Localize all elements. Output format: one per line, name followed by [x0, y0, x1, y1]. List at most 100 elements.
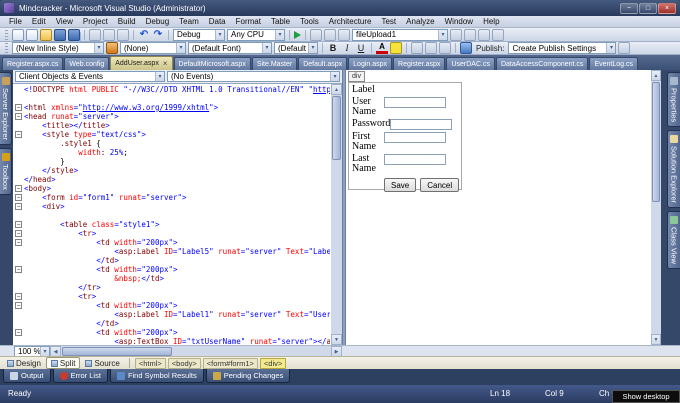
step-over-icon[interactable] — [338, 29, 350, 41]
menu-item-table[interactable]: Table — [266, 16, 295, 28]
menu-item-debug[interactable]: Debug — [141, 16, 175, 28]
dropdown-arrow-icon[interactable]: ▾ — [40, 347, 49, 356]
code-line[interactable]: − <form id="form1" runat="server"> — [13, 193, 330, 202]
code-line[interactable]: −<body> — [13, 184, 330, 193]
code-line[interactable]: <!DOCTYPE html PUBLIC "-//W3C//DTD XHTML… — [13, 85, 330, 94]
scrollbar-thumb[interactable] — [62, 347, 172, 356]
maximize-icon[interactable]: □ — [639, 3, 657, 14]
collapse-icon[interactable]: − — [15, 329, 22, 336]
css-properties-icon[interactable] — [411, 42, 423, 54]
field-textbox-password[interactable] — [390, 119, 452, 130]
scroll-up-icon[interactable]: ▲ — [651, 70, 661, 81]
collapse-icon[interactable]: − — [15, 104, 22, 111]
code-line[interactable]: −<html xmlns="http://www.w3.org/1999/xht… — [13, 103, 330, 112]
cut-icon[interactable] — [89, 29, 101, 41]
design-vertical-scrollbar[interactable]: ▲ ▼ — [651, 70, 661, 345]
doc-tab-register-aspx-cs[interactable]: Register.aspx.cs — [2, 57, 63, 70]
dropdown-arrow-icon[interactable]: ▾ — [438, 30, 447, 40]
italic-icon[interactable]: I — [341, 42, 353, 54]
font-size-combo[interactable]: (Default▾ — [274, 42, 318, 54]
breadcrumb-tag-form-form1[interactable]: <form#form1> — [203, 358, 258, 369]
doc-tab-adduser-aspx[interactable]: AddUser.aspx× — [110, 56, 172, 70]
navigate-forward-icon[interactable] — [492, 29, 504, 41]
tool-tab-properties[interactable]: Properties — [667, 72, 680, 127]
menu-item-analyze[interactable]: Analyze — [401, 16, 439, 28]
field-textbox-last-name[interactable] — [384, 154, 446, 165]
collapse-icon[interactable]: − — [15, 266, 22, 273]
collapse-icon[interactable]: − — [15, 113, 22, 120]
selected-tag-chip[interactable]: div — [348, 71, 365, 82]
breadcrumb-tag-html[interactable]: <html> — [135, 358, 166, 369]
code-line[interactable]: −<head runat="server"> — [13, 112, 330, 121]
redo-icon[interactable]: ↷ — [152, 29, 164, 41]
tool-tab-toolbox[interactable]: Toolbox — [0, 148, 12, 195]
scrollbar-track[interactable] — [331, 95, 342, 334]
code-line[interactable]: − <td width="200px"> — [13, 265, 330, 274]
scroll-up-icon[interactable]: ▲ — [331, 84, 342, 95]
collapse-icon[interactable]: − — [15, 302, 22, 309]
find-in-files-icon[interactable] — [464, 29, 476, 41]
code-line[interactable]: − <tr> — [13, 229, 330, 238]
open-file-icon[interactable] — [40, 29, 52, 41]
solution-configuration-combo[interactable]: Debug▾ — [173, 29, 225, 41]
code-line[interactable]: − <td width="200px"> — [13, 328, 330, 337]
menu-item-project[interactable]: Project — [78, 16, 113, 28]
tool-tab-class-view[interactable]: Class View — [667, 211, 680, 269]
style-application-combo[interactable]: (New Inline Style)▾ — [12, 42, 104, 54]
panel-tab-output[interactable]: Output — [3, 369, 51, 383]
format-list-icon[interactable] — [439, 42, 451, 54]
scroll-down-icon[interactable]: ▼ — [331, 334, 342, 345]
undo-icon[interactable]: ↶ — [138, 29, 150, 41]
code-line[interactable]: </td> — [13, 256, 330, 265]
collapse-icon[interactable]: − — [15, 230, 22, 237]
menu-item-view[interactable]: View — [51, 16, 78, 28]
doc-tab-web-config[interactable]: Web.config — [64, 57, 109, 70]
code-line[interactable]: .style1 { — [13, 139, 330, 148]
find-icon[interactable] — [450, 29, 462, 41]
cancel-button[interactable]: Cancel — [420, 178, 459, 192]
show-desktop-button[interactable]: Show desktop — [612, 390, 680, 403]
publish-profile-combo[interactable]: Create Publish Settings▾ — [508, 42, 616, 54]
code-line[interactable]: − <div> — [13, 202, 330, 211]
code-line[interactable]: width: 25%; — [13, 148, 330, 157]
tool-tab-solution-explorer[interactable]: Solution Explorer — [667, 130, 680, 208]
field-textbox-user-name[interactable] — [384, 97, 446, 108]
dropdown-arrow-icon[interactable]: ▾ — [155, 72, 164, 81]
solution-platform-combo[interactable]: Any CPU▾ — [227, 29, 285, 41]
panel-tab-pending-changes[interactable]: Pending Changes — [206, 369, 291, 383]
code-line[interactable]: </style> — [13, 166, 330, 175]
save-button[interactable]: Save — [384, 178, 416, 192]
doc-tab-eventlog-cs[interactable]: EventLog.cs — [589, 57, 638, 70]
dropdown-arrow-icon[interactable]: ▾ — [308, 43, 317, 53]
publish-run-icon[interactable] — [618, 42, 630, 54]
code-line[interactable]: <asp:TextBox ID="txtUserName" runat="ser… — [13, 337, 330, 345]
doc-tab-defaultmicrosoft-aspx[interactable]: DefaultMicrosoft.aspx — [174, 57, 251, 70]
find-combo[interactable]: fileUpload1▾ — [352, 29, 448, 41]
code-line[interactable]: <title></title> — [13, 121, 330, 130]
code-line[interactable]: </td> — [13, 319, 330, 328]
code-editor[interactable]: <!DOCTYPE html PUBLIC "-//W3C//DTD XHTML… — [13, 84, 342, 345]
panel-tab-find-symbol-results[interactable]: Find Symbol Results — [110, 369, 204, 383]
dropdown-arrow-icon[interactable]: ▾ — [94, 43, 103, 53]
scroll-left-icon[interactable]: ◀ — [50, 346, 61, 357]
collapse-icon[interactable]: − — [15, 194, 22, 201]
font-color-icon[interactable]: A — [376, 43, 388, 54]
menu-item-format[interactable]: Format — [231, 16, 266, 28]
collapse-icon[interactable]: − — [15, 221, 22, 228]
menu-item-data[interactable]: Data — [204, 16, 231, 28]
title-bar[interactable]: Mindcracker - Microsoft Visual Studio (A… — [0, 0, 680, 16]
design-view-pane[interactable]: div Label User NamePasswordFirst NameLas… — [346, 70, 651, 345]
collapse-icon[interactable]: − — [15, 131, 22, 138]
copy-icon[interactable] — [103, 29, 115, 41]
menu-item-architecture[interactable]: Architecture — [324, 16, 377, 28]
manage-styles-icon[interactable] — [425, 42, 437, 54]
menu-item-team[interactable]: Team — [174, 16, 204, 28]
publish-icon[interactable] — [460, 42, 472, 54]
code-line[interactable]: − <table class="style1"> — [13, 220, 330, 229]
scrollbar-track[interactable] — [651, 81, 661, 334]
target-rule-combo[interactable]: (None)▾ — [120, 42, 186, 54]
dropdown-arrow-icon[interactable]: ▾ — [176, 43, 185, 53]
doc-tab-userdac-cs[interactable]: UserDAC.cs — [446, 57, 495, 70]
code-line[interactable]: − <td width="200px"> — [13, 238, 330, 247]
code-line[interactable]: − <td width="200px"> — [13, 301, 330, 310]
